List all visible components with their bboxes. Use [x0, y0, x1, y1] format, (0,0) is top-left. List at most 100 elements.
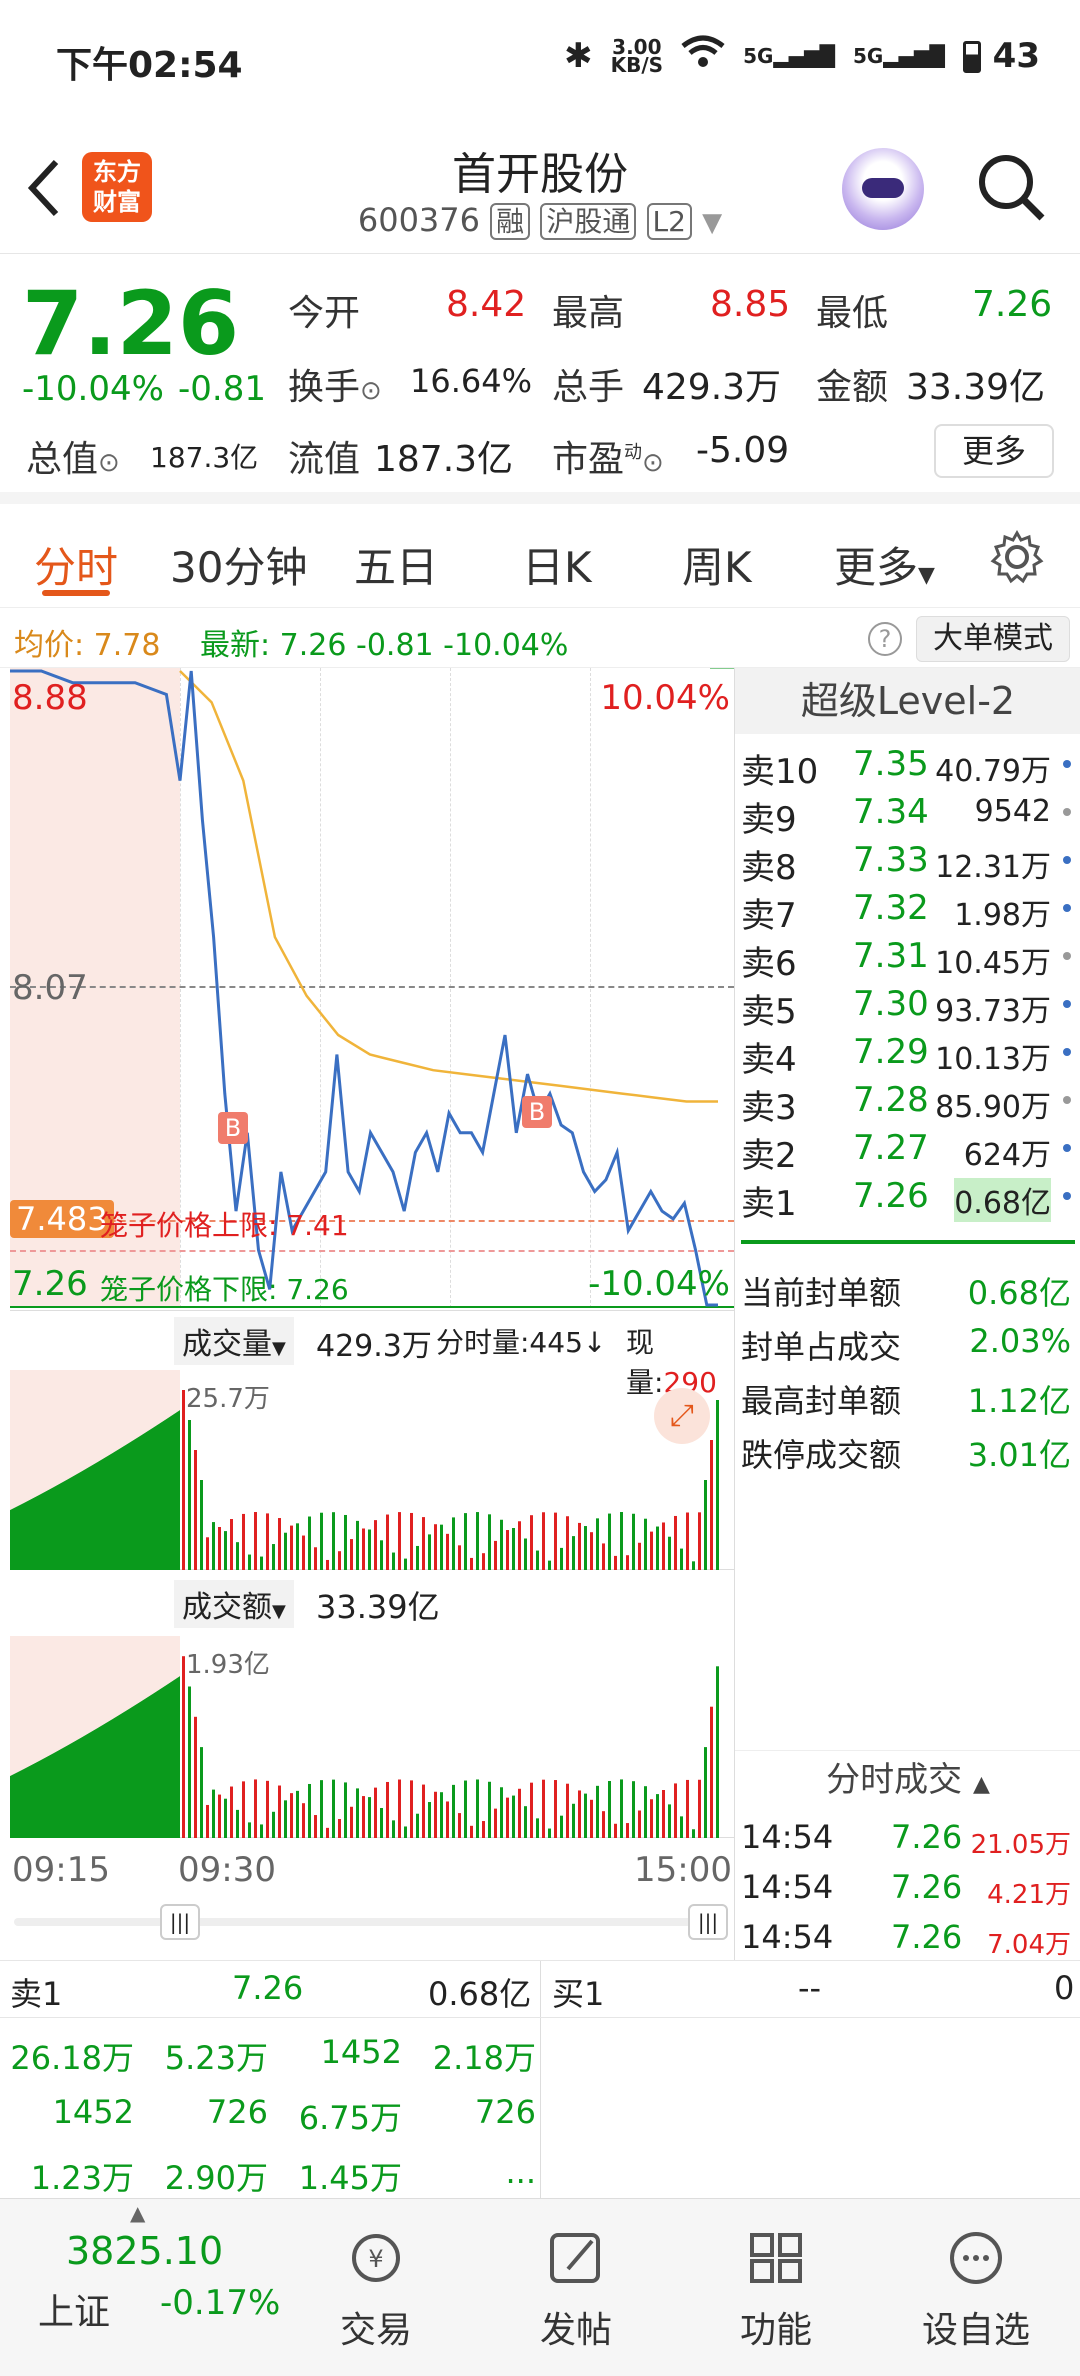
- mktcap-value: 187.3亿: [150, 441, 259, 474]
- cursor-price-tag: 7.483: [10, 1200, 114, 1238]
- edit-icon: [550, 2233, 600, 2283]
- ask-side: 卖7: [741, 896, 797, 936]
- depth-cell: ...: [505, 2153, 536, 2191]
- bluetooth-icon: ✱: [564, 35, 593, 76]
- ask-row[interactable]: 卖6 7.31 10.45万: [741, 932, 1071, 984]
- seal-label: 跌停成交额: [741, 1436, 902, 1474]
- nav-trade[interactable]: ¥ 交易: [296, 2229, 456, 2353]
- ask-row[interactable]: 卖9 7.34 9542: [741, 788, 1071, 840]
- ask-side: 卖10: [741, 752, 819, 792]
- range-handle-left[interactable]: |||: [160, 1904, 200, 1940]
- trade-icon: ¥: [352, 2234, 400, 2282]
- latest-price: 最新: 7.26 -0.81 -10.04%: [200, 628, 569, 663]
- more-button[interactable]: 更多: [934, 424, 1054, 478]
- ask-volume: 9542: [974, 794, 1051, 829]
- index-widget[interactable]: ▲ 3825.10 上证 -0.17%: [0, 2199, 280, 2376]
- intraday-chart[interactable]: 8.88 10.04% 8.07 B B 7.483 笼子价格上限: 7.41 …: [10, 668, 734, 1308]
- ask-side: 卖6: [741, 944, 797, 984]
- amount-total: 33.39亿: [316, 1588, 440, 1626]
- trade-price: 7.26: [891, 1818, 963, 1856]
- grid-icon: [750, 2233, 802, 2283]
- cage-upper-label: 笼子价格上限: 7.41: [100, 1209, 349, 1242]
- tab-5day[interactable]: 五日: [354, 534, 438, 595]
- book-divider: [741, 1240, 1075, 1244]
- ask-row[interactable]: 卖8 7.33 12.31万: [741, 836, 1071, 888]
- tab-daily-k[interactable]: 日K: [522, 534, 592, 595]
- top-pct-label: 10.04%: [600, 678, 730, 718]
- tab-30min[interactable]: 30分钟: [170, 534, 307, 595]
- order-dot: [1063, 808, 1071, 816]
- ask-volume: 85.90万: [935, 1090, 1051, 1125]
- tab-weekly-k[interactable]: 周K: [682, 534, 752, 595]
- mktcap-label: 总值⊙: [26, 439, 120, 480]
- ask-price: 7.33: [853, 840, 929, 880]
- ask-price: 7.31: [853, 936, 929, 976]
- level2-title[interactable]: 超级Level-2: [735, 668, 1080, 734]
- price-summary-bar: 均价: 7.78 最新: 7.26 -0.81 -10.04% ? 大单模式: [0, 608, 1080, 668]
- low-label: 最低: [816, 293, 889, 334]
- order-dot: [1063, 1000, 1071, 1008]
- ask-row[interactable]: 卖4 7.29 10.13万: [741, 1028, 1071, 1080]
- nav-watchlist[interactable]: 设自选: [896, 2229, 1056, 2353]
- hk-connect-tag: 沪股通: [540, 203, 637, 240]
- time-scrollbar[interactable]: [14, 1918, 728, 1926]
- trade-price: 7.26: [891, 1918, 963, 1956]
- buy1-label: 买1: [552, 1975, 605, 2013]
- more-dots-icon: [950, 2232, 1002, 2284]
- ask-side: 卖2: [741, 1136, 797, 1176]
- seal-value: 1.12亿: [967, 1382, 1071, 1420]
- robot-avatar-icon[interactable]: [842, 148, 924, 230]
- depth-table: 卖1 7.26 0.68亿 买1 -- 0 26.18万 5.23万 1452 2.1…: [0, 1960, 1080, 2199]
- ask-row[interactable]: 卖3 7.28 85.90万: [741, 1076, 1071, 1128]
- gear-icon[interactable]: [990, 529, 1044, 588]
- time-start: 09:15: [12, 1850, 110, 1890]
- b-marker-2[interactable]: B: [522, 1096, 552, 1128]
- y-axis-top: 8.88: [12, 678, 88, 718]
- float-value: 187.3亿: [374, 439, 514, 480]
- ask-price: 7.32: [853, 888, 929, 928]
- ask-row[interactable]: 卖1 7.26 0.68亿: [741, 1172, 1071, 1224]
- trade-row: 14:54 7.26 4.21万: [741, 1864, 1071, 1912]
- time-close: 15:00: [634, 1850, 732, 1890]
- order-dot: [1063, 1048, 1071, 1056]
- pe-label: 市盈动⊙: [552, 439, 664, 480]
- status-bar: 下午02:54 ✱ 3.00 KB/S 5G▂▄▆█ 5G▂▄▆█ 43: [0, 0, 1080, 120]
- range-handle-right[interactable]: |||: [688, 1904, 728, 1940]
- volume-selector[interactable]: 成交量▼: [174, 1317, 294, 1365]
- ask-row[interactable]: 卖10 7.35 40.79万: [741, 740, 1071, 792]
- tab-intraday[interactable]: 分时: [34, 534, 118, 595]
- trades-title[interactable]: 分时成交 ▲: [735, 1750, 1080, 1808]
- open-value: 8.42: [446, 284, 527, 325]
- signal-icon-2: 5G▂▄▆█: [852, 43, 945, 68]
- svg-text:¥: ¥: [368, 2245, 383, 2273]
- order-book: 超级Level-2 卖10 7.35 40.79万 卖9 7.34 9542 卖…: [734, 668, 1080, 1960]
- order-dot: [1063, 1096, 1071, 1104]
- depth-cell: 1.45万: [298, 2159, 402, 2197]
- depth-cell: 726: [474, 2093, 536, 2131]
- ask-row[interactable]: 卖2 7.27 624万: [741, 1124, 1071, 1176]
- ask-row[interactable]: 卖7 7.32 1.98万: [741, 884, 1071, 936]
- depth-cell: 2.90万: [164, 2159, 268, 2197]
- ask-row[interactable]: 卖5 7.30 93.73万: [741, 980, 1071, 1032]
- current-price: 7.26: [22, 272, 240, 375]
- nav-functions[interactable]: 功能: [696, 2229, 856, 2353]
- battery-icon: 43: [962, 36, 1040, 76]
- nav-post[interactable]: 发帖: [496, 2229, 656, 2353]
- volume-chart: 25.7万 ⤢: [10, 1370, 734, 1570]
- amount-selector[interactable]: 成交额▼: [174, 1580, 294, 1628]
- clock: 下午02:54: [56, 45, 243, 86]
- ask-volume: 93.73万: [935, 994, 1051, 1029]
- depth-cell: 726: [206, 2093, 268, 2131]
- search-icon[interactable]: [976, 152, 1048, 228]
- ask-volume: 624万: [963, 1138, 1051, 1173]
- stock-code: 600376: [357, 201, 480, 239]
- ask-side: 卖3: [741, 1088, 797, 1128]
- order-dot: [1063, 904, 1071, 912]
- b-marker-1[interactable]: B: [218, 1112, 248, 1144]
- tab-more[interactable]: 更多▼: [834, 534, 935, 595]
- big-order-mode-button[interactable]: 大单模式: [916, 616, 1070, 662]
- depth-cell: 5.23万: [164, 2039, 268, 2077]
- expand-icon[interactable]: ⤢: [654, 1388, 710, 1444]
- help-icon[interactable]: ?: [868, 622, 902, 656]
- depth-cell: 1452: [52, 2093, 134, 2131]
